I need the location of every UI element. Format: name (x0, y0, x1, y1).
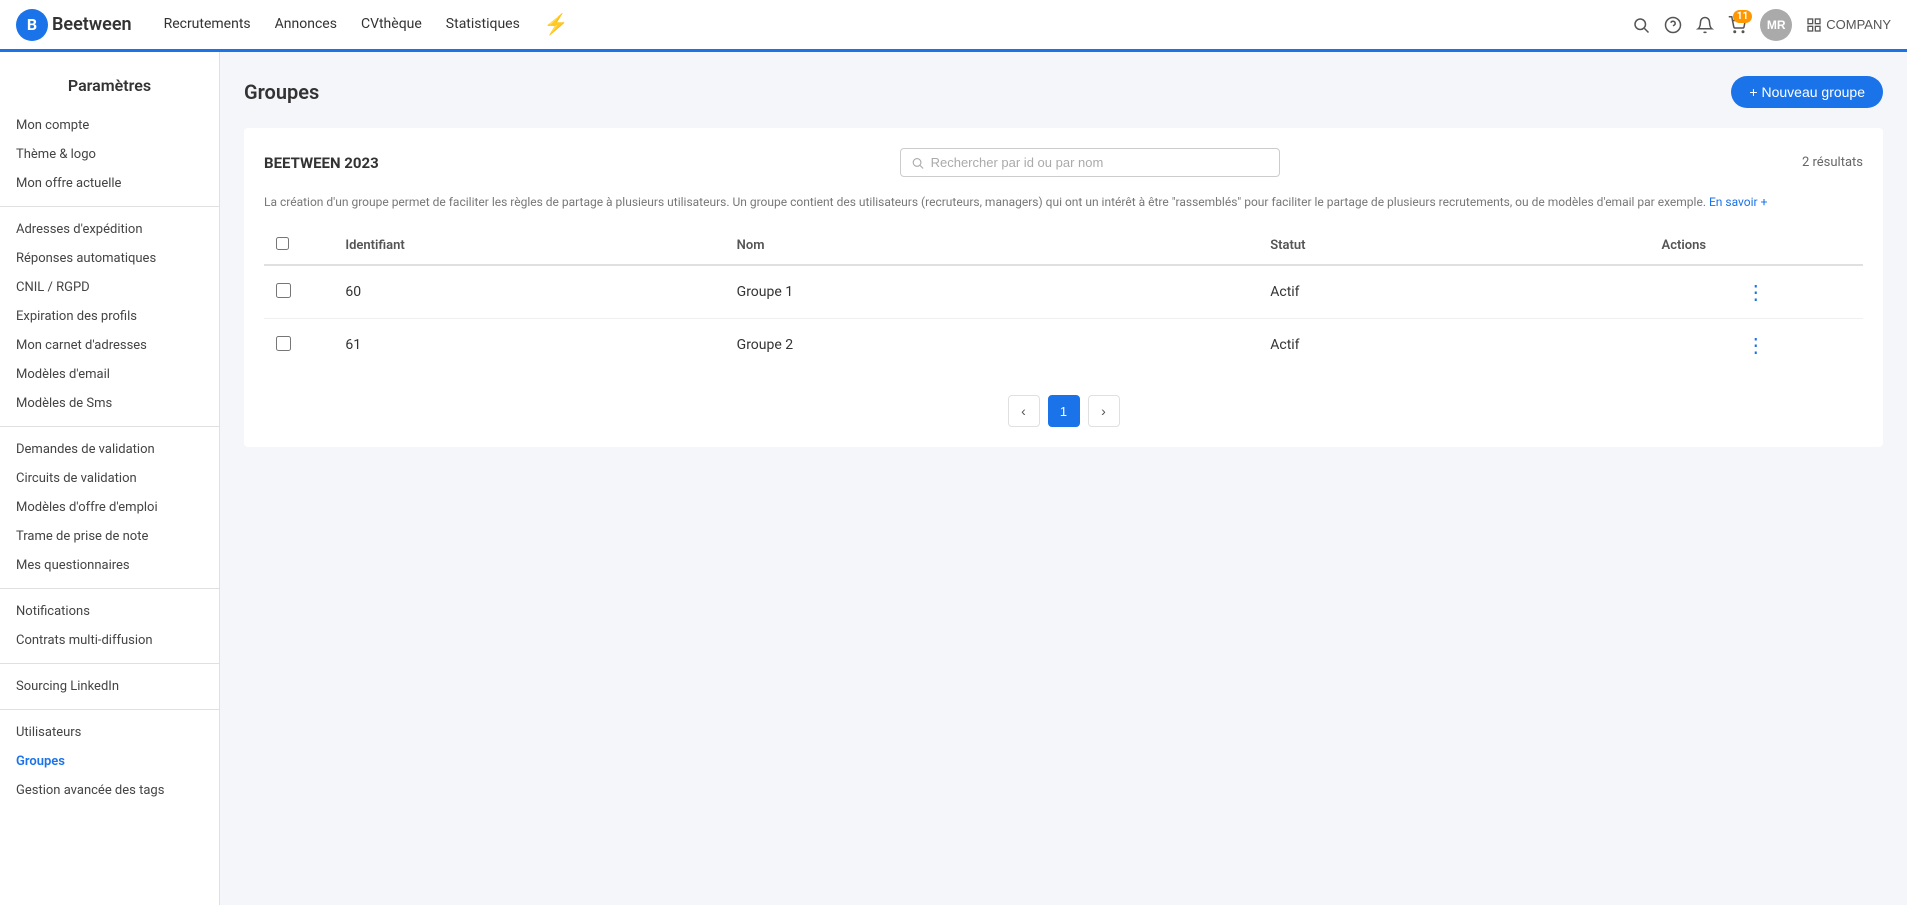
pagination: ‹ 1 › (264, 395, 1863, 427)
cart-notif-wrap[interactable]: 11 (1728, 16, 1746, 34)
sidebar-item-questionnaires[interactable]: Mes questionnaires (0, 551, 219, 580)
row2-status: Actif (1258, 319, 1649, 372)
divider-4 (0, 663, 219, 664)
row2-action-menu-btn[interactable]: ⋮ (1746, 333, 1767, 357)
th-nom: Nom (725, 227, 1259, 265)
sidebar-item-utilisateurs[interactable]: Utilisateurs (0, 718, 219, 747)
sidebar-item-contrats[interactable]: Contrats multi-diffusion (0, 626, 219, 655)
sidebar-item-modeles-email[interactable]: Modèles d'email (0, 360, 219, 389)
sidebar-title: Paramètres (0, 68, 219, 111)
page-wrap: Paramètres Mon compte Thème & logo Mon o… (0, 52, 1907, 905)
divider-5 (0, 709, 219, 710)
help-icon[interactable] (1664, 16, 1682, 34)
sidebar-item-circuits[interactable]: Circuits de validation (0, 464, 219, 493)
th-checkbox (264, 227, 333, 265)
logo[interactable]: B Beetween (16, 9, 132, 41)
sidebar-item-adresses[interactable]: Adresses d'expédition (0, 215, 219, 244)
row1-id: 60 (333, 265, 724, 319)
row2-actions-cell: ⋮ (1650, 319, 1863, 372)
sidebar-item-linkedin[interactable]: Sourcing LinkedIn (0, 672, 219, 701)
divider-1 (0, 206, 219, 207)
sidebar-item-notifications[interactable]: Notifications (0, 597, 219, 626)
sidebar-item-mon-compte[interactable]: Mon compte (0, 111, 219, 140)
results-count: 2 résultats (1802, 155, 1863, 170)
divider-3 (0, 588, 219, 589)
section-header: BEETWEEN 2023 2 résultats (264, 148, 1863, 177)
flash-icon[interactable]: ⚡ (544, 12, 569, 37)
sidebar-item-cnil[interactable]: CNIL / RGPD (0, 273, 219, 302)
search-icon[interactable] (1632, 16, 1650, 34)
row1-checkbox[interactable] (276, 283, 291, 298)
new-group-button[interactable]: + Nouveau groupe (1731, 76, 1883, 108)
company-button[interactable]: COMPANY (1806, 17, 1891, 33)
row1-status: Actif (1258, 265, 1649, 319)
sidebar-item-reponses[interactable]: Réponses automatiques (0, 244, 219, 273)
bell-icon[interactable] (1696, 16, 1714, 34)
pagination-prev[interactable]: ‹ (1008, 395, 1040, 427)
section-title: BEETWEEN 2023 (264, 154, 379, 172)
page-title: Groupes (244, 80, 319, 104)
sidebar-item-expiration[interactable]: Expiration des profils (0, 302, 219, 331)
th-statut: Statut (1258, 227, 1649, 265)
sidebar-item-groupes[interactable]: Groupes (0, 747, 219, 776)
content-card: BEETWEEN 2023 2 résultats La création d'… (244, 128, 1883, 447)
row1-check-cell (264, 265, 333, 319)
description-text: La création d'un groupe permet de facili… (264, 193, 1863, 211)
row1-name: Groupe 1 (725, 265, 1259, 319)
th-actions: Actions (1650, 227, 1863, 265)
sidebar-item-modeles-sms[interactable]: Modèles de Sms (0, 389, 219, 418)
avatar-button[interactable]: MR (1760, 9, 1792, 41)
nav-statistiques[interactable]: Statistiques (446, 12, 520, 37)
pagination-next[interactable]: › (1088, 395, 1120, 427)
row1-actions-cell: ⋮ (1650, 265, 1863, 319)
sidebar-item-demandes[interactable]: Demandes de validation (0, 435, 219, 464)
nav-annonces[interactable]: Annonces (275, 12, 337, 37)
sidebar-item-carnet[interactable]: Mon carnet d'adresses (0, 331, 219, 360)
main-content: Groupes + Nouveau groupe BEETWEEN 2023 2… (220, 52, 1907, 905)
table-header: Identifiant Nom Statut Actions (264, 227, 1863, 265)
pagination-page-1[interactable]: 1 (1048, 395, 1080, 427)
topnav: B Beetween Recrutements Annonces CVthèqu… (0, 0, 1907, 52)
prev-arrow-icon: ‹ (1021, 403, 1026, 419)
sidebar: Paramètres Mon compte Thème & logo Mon o… (0, 52, 220, 905)
company-label: COMPANY (1826, 17, 1891, 32)
table-row: 61 Groupe 2 Actif ⋮ (264, 319, 1863, 372)
logo-icon: B (16, 9, 48, 41)
table-body: 60 Groupe 1 Actif ⋮ 61 Groupe 2 Actif (264, 265, 1863, 371)
row2-id: 61 (333, 319, 724, 372)
page-header: Groupes + Nouveau groupe (244, 76, 1883, 108)
th-identifiant: Identifiant (333, 227, 724, 265)
row1-action-menu-btn[interactable]: ⋮ (1746, 280, 1767, 304)
table-row: 60 Groupe 1 Actif ⋮ (264, 265, 1863, 319)
groups-table: Identifiant Nom Statut Actions 60 Groupe… (264, 227, 1863, 371)
cart-badge: 11 (1733, 10, 1752, 23)
topnav-actions: 11 MR COMPANY (1632, 9, 1891, 41)
topnav-links: Recrutements Annonces CVthèque Statistiq… (164, 12, 1633, 37)
sidebar-item-modeles-offre[interactable]: Modèles d'offre d'emploi (0, 493, 219, 522)
row2-checkbox[interactable] (276, 336, 291, 351)
search-input[interactable] (931, 155, 1270, 170)
nav-cvtheque[interactable]: CVthèque (361, 12, 422, 37)
search-wrap[interactable] (900, 148, 1280, 177)
divider-2 (0, 426, 219, 427)
logo-text: Beetween (52, 14, 132, 35)
nav-recrutements[interactable]: Recrutements (164, 12, 251, 37)
search-input-icon (911, 156, 924, 170)
next-arrow-icon: › (1101, 403, 1106, 419)
row2-name: Groupe 2 (725, 319, 1259, 372)
sidebar-item-mon-offre[interactable]: Mon offre actuelle (0, 169, 219, 198)
select-all-checkbox[interactable] (276, 237, 289, 250)
sidebar-item-trame[interactable]: Trame de prise de note (0, 522, 219, 551)
learn-more-link[interactable]: En savoir + (1709, 195, 1767, 209)
row2-check-cell (264, 319, 333, 372)
sidebar-item-theme-logo[interactable]: Thème & logo (0, 140, 219, 169)
sidebar-item-tags[interactable]: Gestion avancée des tags (0, 776, 219, 805)
